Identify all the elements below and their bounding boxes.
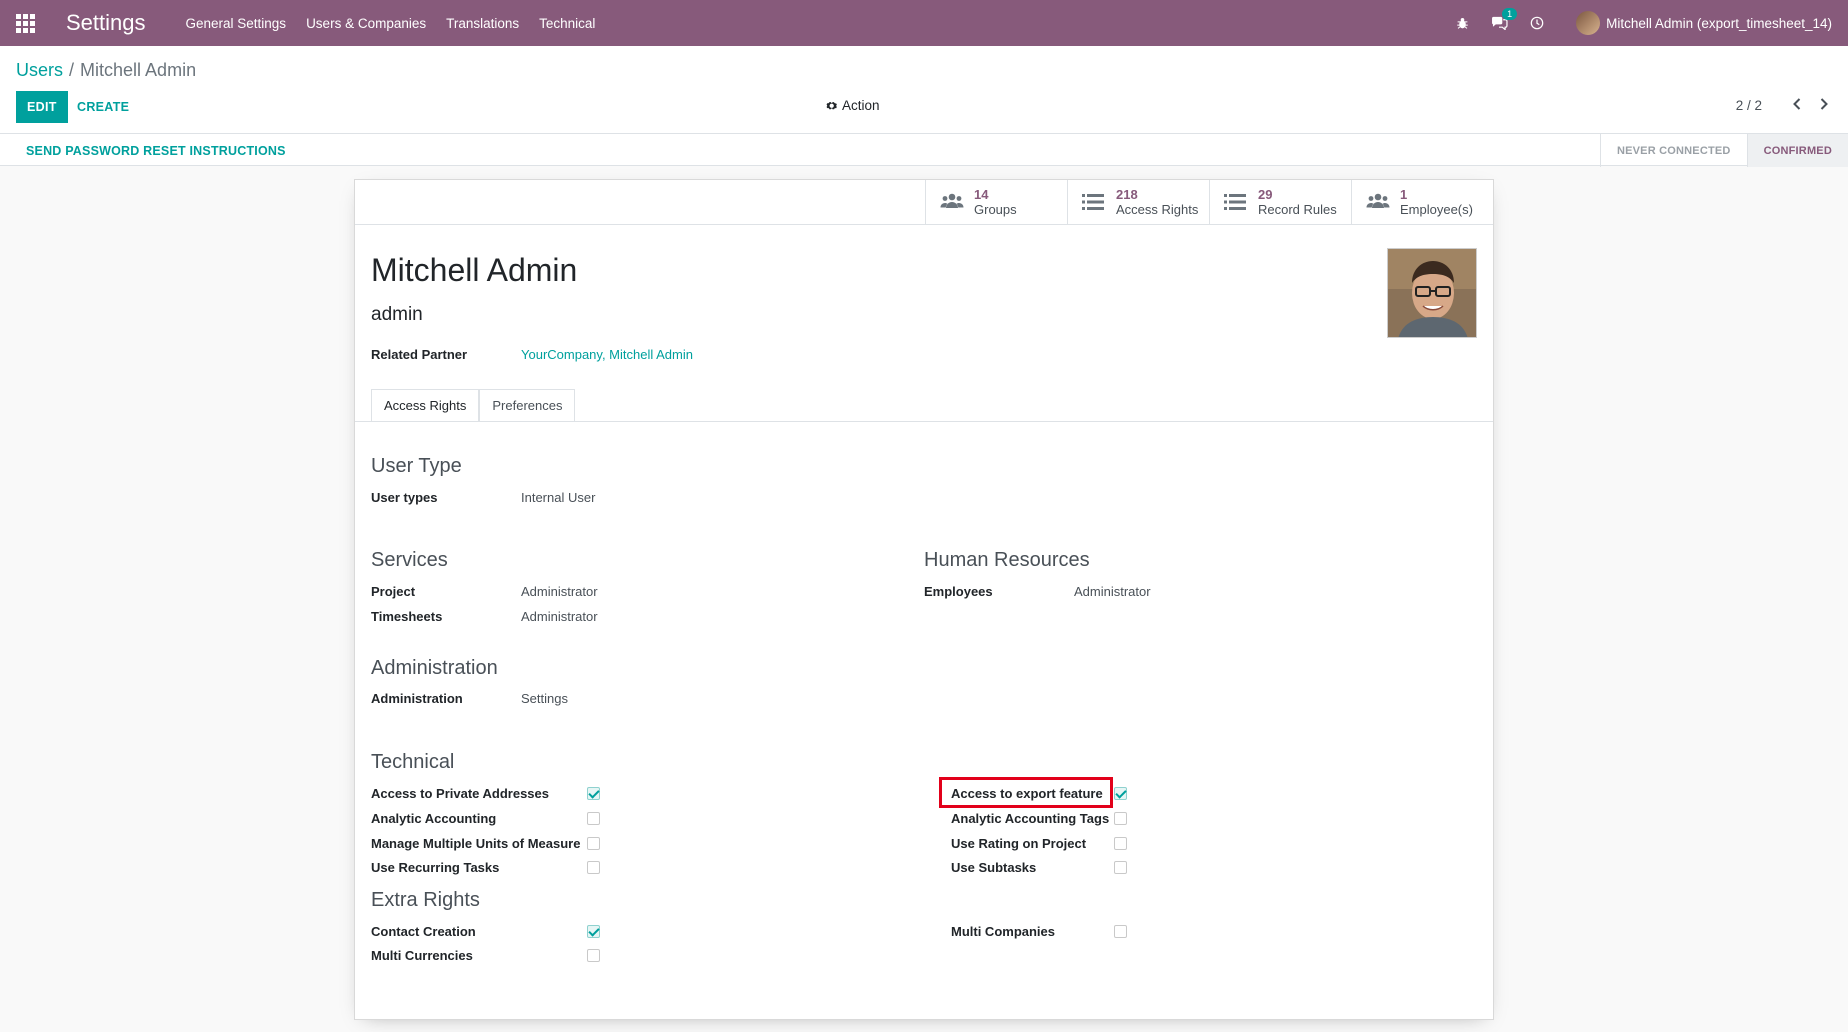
section-technical-title: Technical	[371, 751, 455, 773]
user-name-title: Mitchell Admin	[371, 252, 578, 288]
status-never-connected[interactable]: NEVER CONNECTED	[1599, 134, 1747, 167]
top-navbar: Settings General Settings Users & Compan…	[0, 0, 1848, 46]
breadcrumb-users-link[interactable]: Users	[16, 60, 63, 80]
analytic-tags-label: Analytic Accounting Tags	[951, 811, 1110, 826]
export-feature-checkbox[interactable]	[1114, 787, 1127, 800]
multi-currencies-checkbox[interactable]	[587, 949, 600, 962]
pager-previous-icon[interactable]	[1787, 94, 1807, 115]
pager-value[interactable]: 2 / 2	[1736, 98, 1762, 113]
tabs-divider	[355, 421, 1493, 422]
menu-users-companies[interactable]: Users & Companies	[306, 16, 426, 31]
form-tabs: Access Rights Preferences	[371, 389, 576, 421]
menu-translations[interactable]: Translations	[446, 16, 519, 31]
send-password-reset-button[interactable]: SEND PASSWORD RESET INSTRUCTIONS	[26, 144, 286, 158]
groups-smart-button[interactable]: 14 Groups	[925, 180, 1067, 224]
multi-companies-label: Multi Companies	[951, 924, 1056, 939]
breadcrumb: Users / Mitchell Admin	[16, 60, 196, 81]
smart-button-box: 14 Groups 218 Access Rights 29 Record Rules…	[925, 180, 1493, 225]
analytic-tags-checkbox[interactable]	[1114, 812, 1127, 825]
administration-label: Administration	[371, 691, 463, 706]
multiple-uom-label: Manage Multiple Units of Measure	[371, 836, 581, 851]
edit-button[interactable]: EDIT	[16, 91, 68, 123]
section-human-resources-title: Human Resources	[924, 549, 1090, 571]
project-label: Project	[371, 584, 416, 599]
breadcrumb-separator: /	[69, 60, 75, 80]
record-rules-smart-button[interactable]: 29 Record Rules	[1209, 180, 1351, 224]
gear-icon	[826, 101, 837, 109]
menu-technical[interactable]: Technical	[539, 16, 595, 31]
multi-companies-checkbox[interactable]	[1114, 925, 1127, 938]
list-icon	[1082, 193, 1108, 211]
record-rules-label: Record Rules	[1258, 202, 1337, 217]
chat-badge: 1	[1502, 8, 1518, 20]
section-user-type-title: User Type	[371, 455, 462, 477]
clock-icon[interactable]	[1530, 16, 1544, 30]
user-photo[interactable]	[1387, 248, 1477, 338]
control-panel: Users / Mitchell Admin EDIT CREATE Action …	[0, 46, 1848, 167]
contact-creation-label: Contact Creation	[371, 924, 476, 939]
breadcrumb-current: Mitchell Admin	[80, 60, 197, 80]
section-administration-title: Administration	[371, 657, 498, 679]
form-statusbar: SEND PASSWORD RESET INSTRUCTIONS NEVER C…	[0, 133, 1848, 167]
create-button[interactable]: CREATE	[77, 91, 129, 123]
employees-label: Employees	[924, 584, 993, 599]
analytic-accounting-checkbox[interactable]	[587, 812, 600, 825]
private-addresses-checkbox[interactable]	[587, 787, 600, 800]
groups-label: Groups	[974, 202, 1017, 217]
tab-access-rights[interactable]: Access Rights	[371, 389, 480, 421]
timesheets-label: Timesheets	[371, 609, 443, 624]
export-feature-highlight	[939, 777, 1113, 808]
rating-on-project-checkbox[interactable]	[1114, 837, 1127, 850]
user-menu-label[interactable]: Mitchell Admin (export_timesheet_14)	[1606, 16, 1832, 31]
user-login: admin	[371, 304, 423, 325]
pager-next-icon[interactable]	[1814, 94, 1834, 115]
tab-preferences[interactable]: Preferences	[479, 389, 576, 421]
employees-count: 1	[1400, 187, 1408, 202]
related-partner-label: Related Partner	[371, 347, 468, 362]
contact-creation-checkbox[interactable]	[587, 925, 600, 938]
rating-on-project-label: Use Rating on Project	[951, 836, 1087, 851]
record-rules-count: 29	[1258, 187, 1273, 202]
multiple-uom-checkbox[interactable]	[587, 837, 600, 850]
users-icon	[940, 192, 966, 212]
recurring-tasks-label: Use Recurring Tasks	[371, 860, 500, 875]
employees-value[interactable]: Administrator	[1074, 584, 1151, 599]
navbar-systray: 1 Mitchell Admin (export_timesheet_14)	[1434, 0, 1832, 46]
apps-menu-icon[interactable]	[0, 0, 50, 46]
subtasks-checkbox[interactable]	[1114, 861, 1127, 874]
user-avatar[interactable]	[1576, 11, 1601, 35]
users-icon	[1366, 192, 1392, 212]
access-rights-label: Access Rights	[1116, 202, 1199, 217]
employees-smart-button[interactable]: 1 Employee(s)	[1351, 180, 1493, 224]
project-value[interactable]: Administrator	[521, 584, 598, 599]
list-icon	[1224, 193, 1250, 211]
app-title: Settings	[66, 10, 146, 35]
bug-icon[interactable]	[1456, 17, 1469, 30]
employees-label: Employee(s)	[1400, 202, 1473, 217]
access-rights-count: 218	[1116, 187, 1138, 202]
groups-count: 14	[974, 187, 989, 202]
subtasks-label: Use Subtasks	[951, 860, 1037, 875]
chat-icon[interactable]: 1	[1491, 8, 1518, 30]
timesheets-value[interactable]: Administrator	[521, 609, 598, 624]
multi-currencies-label: Multi Currencies	[371, 948, 473, 963]
analytic-accounting-label: Analytic Accounting	[371, 811, 497, 826]
menu-general-settings[interactable]: General Settings	[186, 16, 287, 31]
section-services-title: Services	[371, 549, 448, 571]
related-partner-link[interactable]: YourCompany, Mitchell Admin	[521, 347, 693, 362]
administration-value[interactable]: Settings	[521, 691, 568, 706]
recurring-tasks-checkbox[interactable]	[587, 861, 600, 874]
private-addresses-label: Access to Private Addresses	[371, 786, 550, 801]
action-label: Action	[842, 98, 880, 113]
action-dropdown[interactable]: Action	[826, 98, 880, 113]
user-types-value[interactable]: Internal User	[521, 490, 595, 505]
user-types-label: User types	[371, 490, 438, 505]
status-confirmed[interactable]: CONFIRMED	[1746, 134, 1848, 167]
access-rights-smart-button[interactable]: 218 Access Rights	[1067, 180, 1209, 224]
section-extra-rights-title: Extra Rights	[371, 889, 480, 911]
status-steps: NEVER CONNECTED CONFIRMED	[1599, 134, 1848, 167]
form-sheet: 14 Groups 218 Access Rights 29 Record Rules…	[354, 179, 1494, 1020]
